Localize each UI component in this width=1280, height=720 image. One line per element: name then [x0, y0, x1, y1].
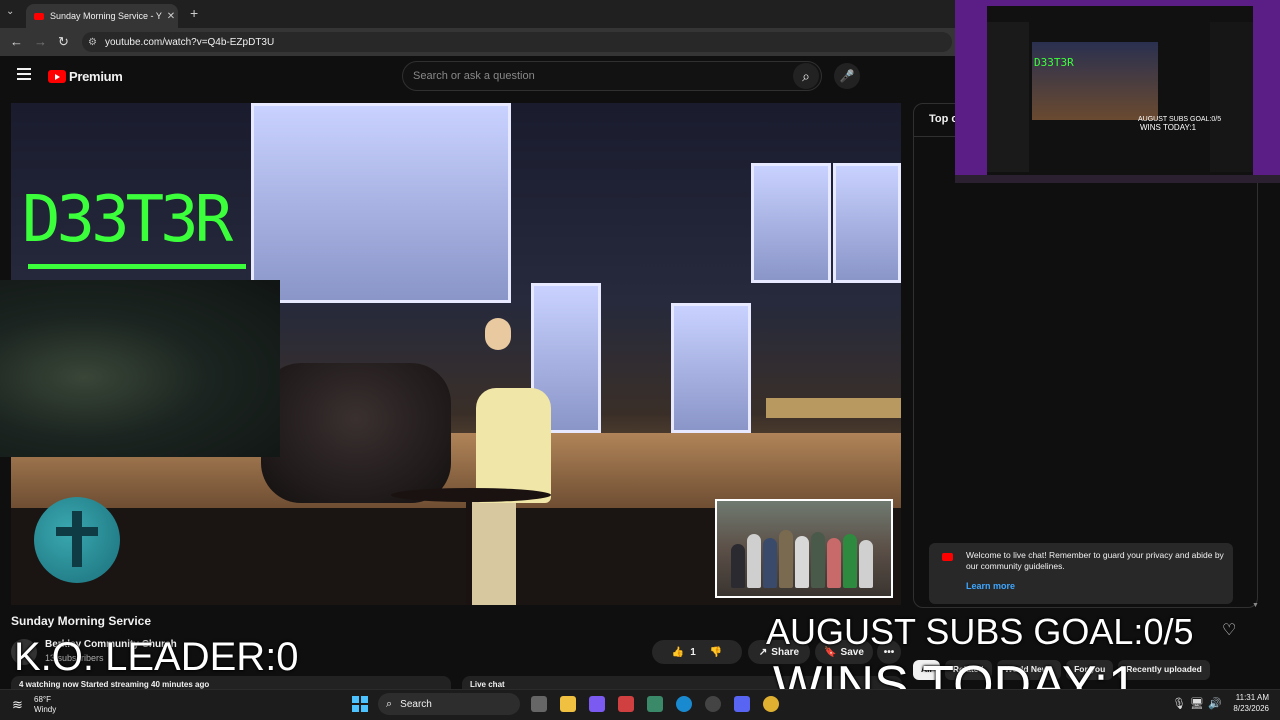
taskbar-search[interactable]: ⌕ Search: [378, 693, 520, 715]
network-icon[interactable]: 🖥: [1190, 697, 1204, 710]
group-photo-inset: [715, 499, 893, 598]
file-explorer-icon[interactable]: [560, 696, 576, 712]
new-tab-button[interactable]: +: [190, 5, 198, 21]
speaker-legs: [466, 498, 516, 605]
edge-icon[interactable]: [676, 696, 692, 712]
close-tab-icon[interactable]: ✕: [164, 11, 178, 22]
microphone-icon[interactable]: 🎤: [834, 63, 860, 89]
search-input[interactable]: Search or ask a question: [402, 61, 822, 91]
app-icon[interactable]: [647, 696, 663, 712]
search-placeholder: Search or ask a question: [413, 70, 535, 82]
thumbs-up-icon[interactable]: 👍: [672, 647, 684, 658]
welcome-message: Welcome to live chat! Remember to guard …: [966, 550, 1224, 572]
learn-more-link[interactable]: Learn more: [966, 580, 1015, 592]
like-count: 1: [690, 646, 696, 658]
address-bar[interactable]: ⚙ youtube.com/watch?v=Q4b-EZpDT3U: [82, 32, 952, 52]
chrome-icon[interactable]: [763, 696, 779, 712]
overlay-brand-text: D33T3R: [22, 183, 233, 257]
weather-wind-icon[interactable]: ≋: [12, 697, 23, 713]
speaker-head: [485, 318, 511, 350]
copilot-icon[interactable]: [589, 696, 605, 712]
back-arrow-icon[interactable]: ←: [10, 34, 23, 49]
streamer-webcam: [0, 280, 280, 457]
subs-goal-overlay: AUGUST SUBS GOAL:0/5: [766, 611, 1194, 652]
speaker-figure: [476, 388, 551, 503]
volume-icon[interactable]: 🔊: [1208, 697, 1222, 710]
youtube-logo[interactable]: Premium: [48, 69, 123, 84]
stage-window-right: [751, 163, 831, 283]
stream-preview-video: [1032, 42, 1158, 120]
store-icon[interactable]: [618, 696, 634, 712]
weather-description[interactable]: Windy: [34, 705, 56, 714]
scroll-down-icon[interactable]: ▼: [1252, 602, 1259, 609]
windows-start-icon[interactable]: [352, 696, 368, 712]
site-info-icon[interactable]: ⚙: [88, 37, 97, 48]
forward-arrow-icon[interactable]: →: [34, 34, 47, 49]
tab-title: Sunday Morning Service - Y: [50, 11, 162, 21]
search-icon[interactable]: ⌕: [793, 63, 819, 89]
youtube-icon: [942, 553, 953, 561]
task-view-icon[interactable]: [531, 696, 547, 712]
logo-text: Premium: [69, 69, 123, 84]
github-icon[interactable]: [705, 696, 721, 712]
cocktail-table: [391, 488, 551, 502]
thumbs-down-icon[interactable]: 👎: [710, 647, 722, 658]
stream-preview-brand: D33T3R: [1034, 56, 1074, 69]
taskbar-search-icon: ⌕: [386, 697, 393, 710]
taskbar-search-label: Search: [400, 698, 432, 710]
stream-preview-taskbar: [955, 175, 1280, 183]
ko-leader-overlay: K.O. LEADER:0: [14, 635, 299, 679]
keyboard-instrument: [766, 398, 901, 418]
stream-preview-chat: [1210, 22, 1253, 172]
stream-preview-sidebar: [987, 22, 1029, 172]
youtube-play-icon: [48, 70, 66, 83]
youtube-favicon-icon: [34, 12, 44, 20]
drum-kit: [261, 363, 451, 503]
microphone-tray-icon[interactable]: 🎙: [1172, 697, 1186, 710]
chat-welcome-banner: Welcome to live chat! Remember to guard …: [929, 543, 1233, 604]
tab-search-icon[interactable]: ⌄: [6, 6, 14, 17]
like-dislike-group[interactable]: 👍 1 👎: [652, 640, 742, 664]
clock-date[interactable]: 8/23/2026: [1225, 704, 1269, 713]
reload-icon[interactable]: ↻: [58, 34, 69, 50]
windows-taskbar: [0, 689, 1280, 720]
cocktail-table-post: [466, 498, 472, 605]
stream-preview-wins: WINS TODAY:1: [1140, 123, 1197, 132]
browser-tab[interactable]: Sunday Morning Service - Y ✕: [26, 4, 178, 28]
video-title: Sunday Morning Service: [11, 614, 152, 628]
church-cross-logo: [34, 497, 120, 583]
stage-window-far-right: [833, 163, 901, 283]
stage-window-backdrop: [251, 103, 511, 303]
menu-icon[interactable]: [17, 68, 31, 80]
brand-underline: [28, 264, 246, 269]
url-text: youtube.com/watch?v=Q4b-EZpDT3U: [104, 36, 275, 48]
discord-icon[interactable]: [734, 696, 750, 712]
heart-icon[interactable]: ♡: [1222, 620, 1236, 640]
weather-temperature[interactable]: 68°F: [34, 695, 51, 704]
clock-time[interactable]: 11:31 AM: [1225, 693, 1269, 702]
stream-preview-subs-goal: AUGUST SUBS GOAL:0/5: [1138, 116, 1222, 123]
stage-window-right-low: [671, 303, 751, 433]
